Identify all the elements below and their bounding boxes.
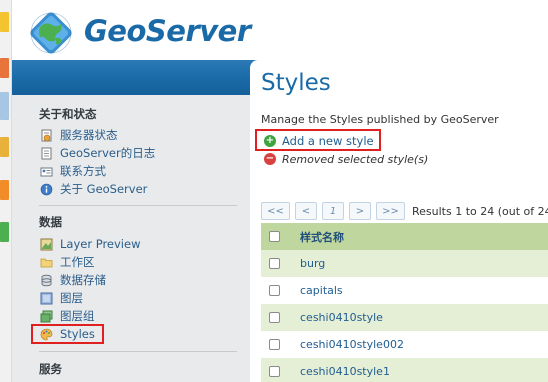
sidebar-item-geoserver-logs[interactable]: GeoServer的日志 xyxy=(39,145,155,161)
sidebar-item-label: 服务器状态 xyxy=(60,128,118,142)
add-style-highlight xyxy=(255,129,381,151)
server-status-icon xyxy=(39,128,53,142)
sidebar-divider xyxy=(39,205,237,206)
current-page-button[interactable]: 1 xyxy=(322,202,344,220)
main-content: Styles Manage the Styles published by Ge… xyxy=(250,60,548,382)
document-icon xyxy=(39,146,53,160)
sidebar-item-contact[interactable]: 联系方式 xyxy=(39,163,106,179)
strip-icon-amber[interactable] xyxy=(0,137,9,157)
logo-text[interactable]: GeoServer xyxy=(84,14,251,48)
style-name-link[interactable]: burg xyxy=(300,257,325,270)
table-row: ceshi0410style002 xyxy=(261,331,548,358)
app-header: GeoServer xyxy=(12,0,548,60)
style-name-link[interactable]: capitals xyxy=(300,284,343,297)
style-name-link[interactable]: ceshi0410style xyxy=(300,311,383,324)
table-row: capitals xyxy=(261,277,548,304)
first-page-button[interactable]: << xyxy=(261,202,290,220)
layer-group-icon xyxy=(39,309,53,323)
row-checkbox[interactable] xyxy=(269,312,280,323)
select-all-checkbox[interactable] xyxy=(269,231,280,242)
page-description: Manage the Styles published by GeoServer xyxy=(261,113,499,126)
strip-icon-blue[interactable] xyxy=(0,92,9,120)
sidebar-section-title-data: 数据 xyxy=(39,215,62,229)
styles-nav-highlight xyxy=(31,324,104,344)
style-name-link[interactable]: ceshi0410style002 xyxy=(300,338,404,351)
sidebar-item-layers[interactable]: 图层 xyxy=(39,290,83,306)
sidebar-section-title-about: 关于和状态 xyxy=(39,107,97,121)
contact-card-icon xyxy=(39,164,53,178)
next-page-button[interactable]: > xyxy=(349,202,371,220)
strip-icon-orange[interactable] xyxy=(0,58,9,78)
column-header-style-name[interactable]: 样式名称 xyxy=(300,229,344,245)
geoserver-logo-icon[interactable] xyxy=(26,8,76,58)
page-title: Styles xyxy=(261,70,331,96)
remove-icon: − xyxy=(264,153,276,165)
row-checkbox[interactable] xyxy=(269,366,280,377)
info-icon xyxy=(39,182,53,196)
browser-side-strip xyxy=(0,0,12,382)
strip-icon-orange-2[interactable] xyxy=(0,180,9,200)
sidebar-item-label: 图层 xyxy=(60,291,83,305)
strip-icon-yellow[interactable] xyxy=(0,12,9,32)
sidebar: 关于和状态 服务器状态 GeoServer的日志 联系方式 关于 GeoServ… xyxy=(12,95,250,382)
sidebar-item-workspaces[interactable]: 工作区 xyxy=(39,254,95,270)
folder-icon xyxy=(39,255,53,269)
geoserver-window: GeoServer 关于和状态 服务器状态 GeoServer的日志 联系方式 xyxy=(0,0,548,382)
sidebar-section-title-services: 服务 xyxy=(39,362,62,376)
table-header-row: 样式名称 xyxy=(261,223,548,250)
strip-icon-green[interactable] xyxy=(0,222,9,242)
sidebar-item-label: 数据存储 xyxy=(60,273,106,287)
remove-selected-label: Removed selected style(s) xyxy=(282,152,429,166)
table-row: ceshi0410style xyxy=(261,304,548,331)
sidebar-divider xyxy=(39,351,237,352)
sidebar-item-label: 联系方式 xyxy=(60,164,106,178)
sidebar-item-layer-preview[interactable]: Layer Preview xyxy=(39,236,140,252)
sidebar-item-label: GeoServer的日志 xyxy=(60,146,156,160)
style-name-link[interactable]: ceshi0410style1 xyxy=(300,365,390,378)
pagination: << < 1 > >> Results 1 to 24 (out of 24 xyxy=(261,201,548,221)
remove-selected-link[interactable]: − Removed selected style(s) xyxy=(264,151,428,167)
row-checkbox[interactable] xyxy=(269,339,280,350)
layer-preview-icon xyxy=(39,237,53,251)
row-checkbox[interactable] xyxy=(269,258,280,269)
layer-icon xyxy=(39,291,53,305)
sidebar-item-label: 图层组 xyxy=(60,309,95,323)
styles-table: 样式名称 burg capitals ceshi0410style ceshi0… xyxy=(261,223,548,382)
results-info: Results 1 to 24 (out of 24 xyxy=(412,204,548,218)
sidebar-item-layer-groups[interactable]: 图层组 xyxy=(39,308,95,324)
database-icon xyxy=(39,273,53,287)
sidebar-item-label: 关于 GeoServer xyxy=(60,182,148,196)
sidebar-item-data-stores[interactable]: 数据存储 xyxy=(39,272,106,288)
sidebar-item-label: Layer Preview xyxy=(60,237,141,251)
prev-page-button[interactable]: < xyxy=(295,202,317,220)
row-checkbox[interactable] xyxy=(269,285,280,296)
sidebar-item-server-status[interactable]: 服务器状态 xyxy=(39,127,118,143)
sidebar-item-about-geoserver[interactable]: 关于 GeoServer xyxy=(39,181,147,197)
table-row: burg xyxy=(261,250,548,277)
table-row: ceshi0410style1 xyxy=(261,358,548,382)
last-page-button[interactable]: >> xyxy=(376,202,405,220)
sidebar-item-label: 工作区 xyxy=(60,255,95,269)
